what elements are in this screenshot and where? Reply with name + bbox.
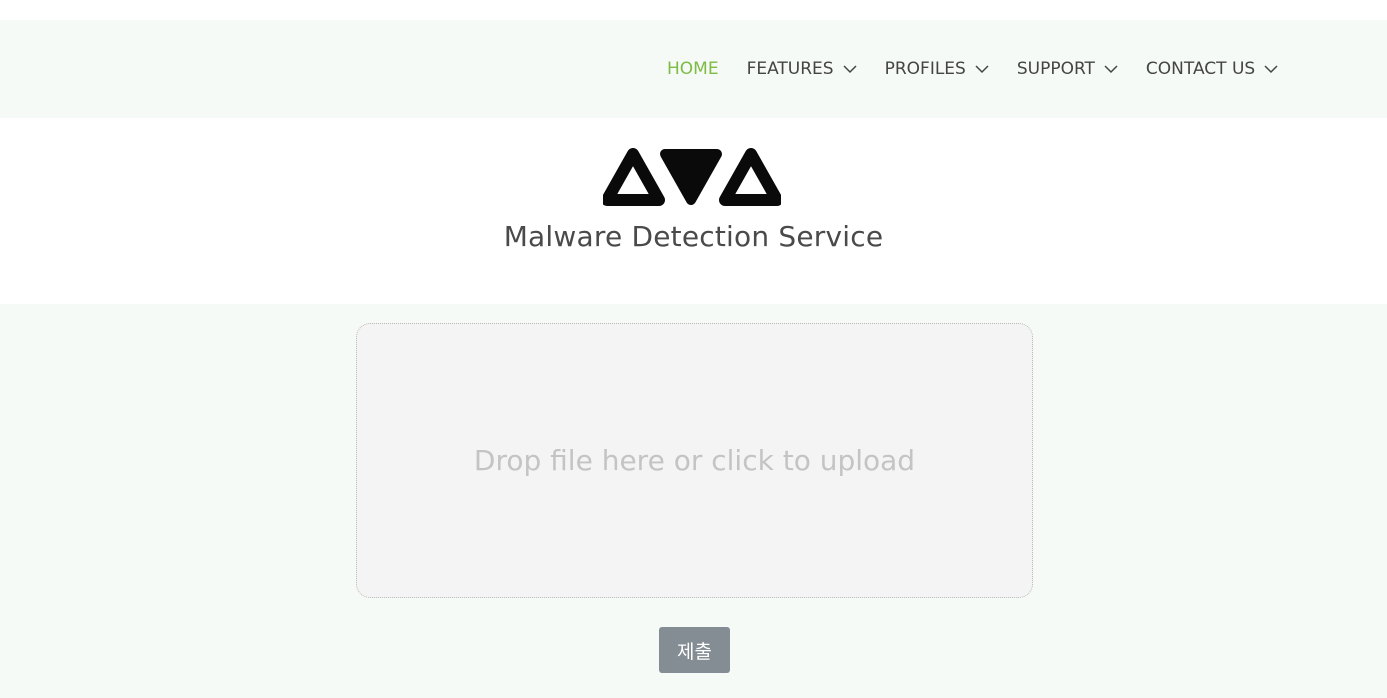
nav-item-contact-us[interactable]: CONTACT US	[1146, 59, 1278, 79]
chevron-down-icon	[843, 62, 857, 76]
nav-item-label: FEATURES	[746, 59, 834, 79]
upload-section: Drop file here or click to upload 제출	[0, 304, 1387, 698]
nav-item-label: SUPPORT	[1016, 59, 1095, 79]
page: HOME FEATURES PROFILES SUPPORT CONTACT U…	[0, 0, 1387, 698]
chevron-down-icon	[1104, 62, 1118, 76]
dropzone-message: Drop file here or click to upload	[473, 444, 916, 477]
nav-item-features[interactable]: FEATURES	[747, 59, 857, 79]
nav-item-label: HOME	[667, 59, 719, 79]
chevron-down-icon	[1264, 62, 1278, 76]
nav-item-home[interactable]: HOME	[667, 59, 719, 79]
nav-item-profiles[interactable]: PROFILES	[885, 59, 989, 79]
submit-button[interactable]: 제출	[659, 627, 730, 673]
nav-item-label: CONTACT US	[1145, 59, 1256, 79]
nav-item-label: PROFILES	[884, 59, 966, 79]
chevron-down-icon	[975, 62, 989, 76]
file-dropzone[interactable]: Drop file here or click to upload	[356, 323, 1033, 598]
page-subtitle: Malware Detection Service	[503, 220, 884, 253]
brand-header: Malware Detection Service	[0, 118, 1387, 304]
nav-menu: HOME FEATURES PROFILES SUPPORT CONTACT U…	[667, 20, 1306, 118]
top-navbar: HOME FEATURES PROFILES SUPPORT CONTACT U…	[0, 20, 1387, 118]
nav-item-support[interactable]: SUPPORT	[1017, 59, 1118, 79]
ava-logo	[601, 148, 783, 208]
